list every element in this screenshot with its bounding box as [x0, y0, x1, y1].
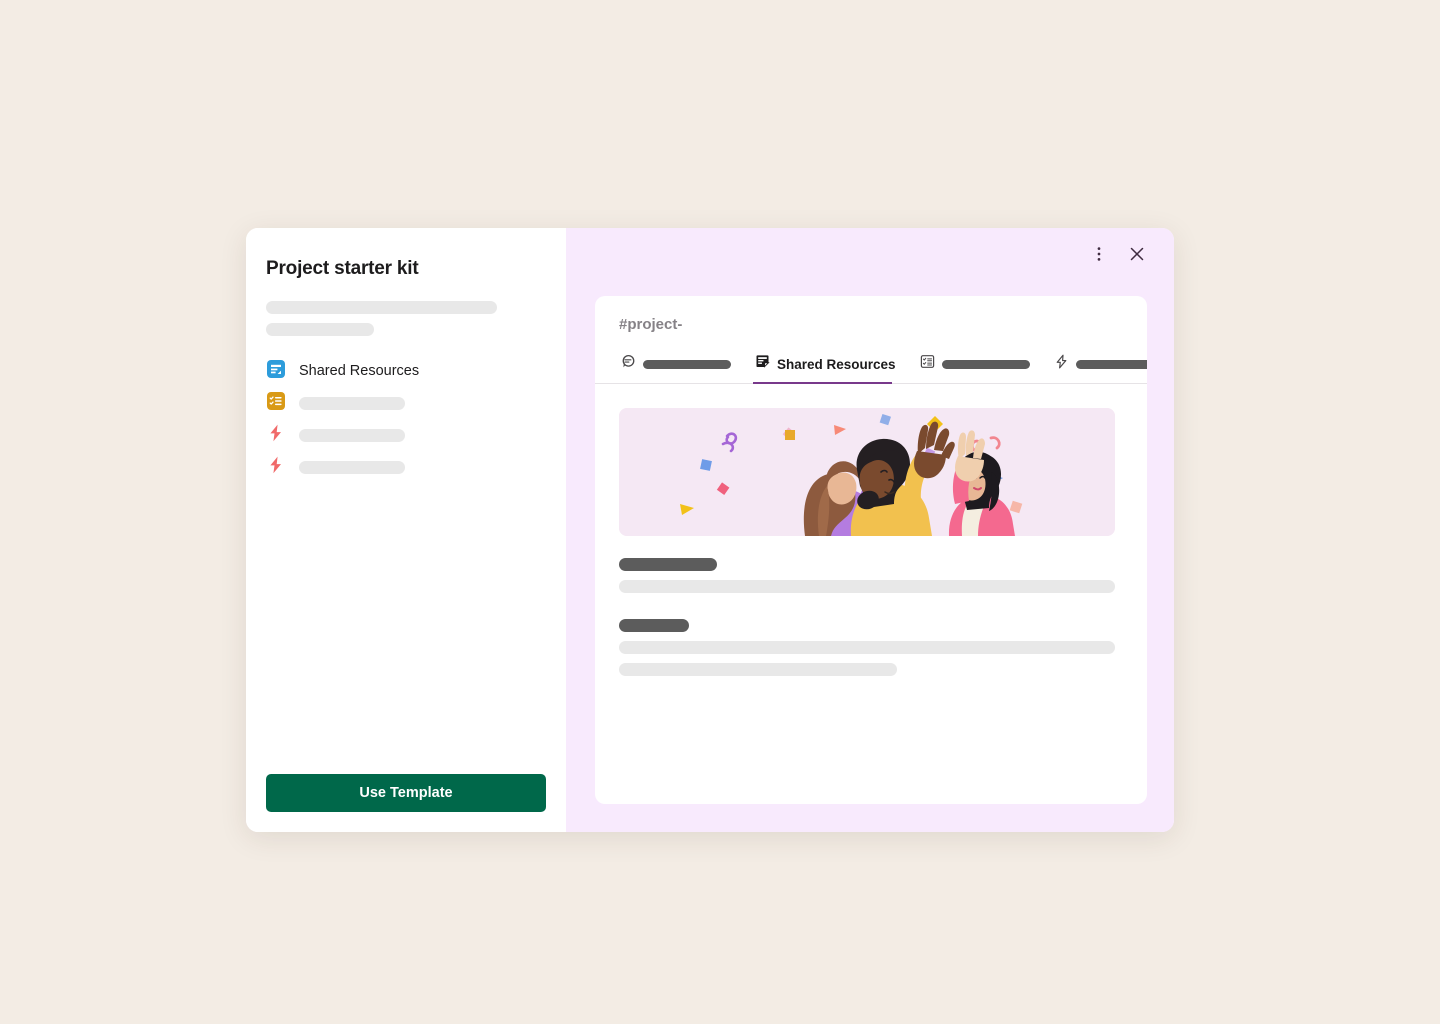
list-item-workflow-2[interactable]: [266, 456, 546, 478]
canvas-icon: [266, 359, 286, 384]
list-item-label-skeleton: [299, 460, 405, 474]
body-line-skeleton-2: [619, 641, 1115, 654]
template-preview-panel: #project- Shared Resources: [566, 228, 1174, 832]
preview-body-skeleton: [619, 558, 1123, 676]
tab-label-skeleton: [1075, 359, 1147, 369]
kebab-menu-icon[interactable]: [1086, 241, 1112, 267]
tab-list[interactable]: [918, 352, 1036, 383]
close-icon[interactable]: [1124, 241, 1150, 267]
tab-workflows[interactable]: [1052, 352, 1147, 383]
description-skeleton-line-1: [266, 301, 497, 314]
tab-shared-resources[interactable]: Shared Resources: [753, 352, 902, 384]
channel-tabs: Shared Resources: [595, 352, 1147, 384]
template-details-sidebar: Project starter kit Shared Resources Use…: [246, 228, 566, 832]
channel-name: #project-: [619, 316, 683, 333]
checklist-icon: [266, 391, 286, 416]
body-heading-skeleton-2: [619, 619, 689, 632]
page-title: Project starter kit: [266, 258, 419, 279]
app-root: Project starter kit Shared Resources Use…: [0, 0, 1440, 1024]
list-item-checklist[interactable]: [266, 391, 546, 416]
skeleton-spacer: [619, 602, 1123, 619]
list-item-label-skeleton: [299, 428, 405, 442]
description-skeleton-line-2: [266, 323, 374, 336]
channel-preview-card: #project- Shared Resources: [595, 296, 1147, 804]
template-contents-list: Shared Resources: [266, 359, 546, 478]
list-item-shared-resources[interactable]: Shared Resources: [266, 359, 546, 384]
tab-label-skeleton: [941, 359, 1030, 369]
canvas-icon: [755, 354, 770, 374]
celebration-illustration: [619, 408, 1115, 536]
workflow-bolt-icon: [266, 423, 286, 448]
tab-label-skeleton: [643, 359, 731, 369]
body-line-skeleton-3: [619, 663, 897, 676]
tab-label: Shared Resources: [777, 356, 896, 372]
list-item-label-skeleton: [299, 396, 405, 410]
workflow-bolt-icon: [266, 455, 286, 480]
messages-icon: [621, 354, 636, 374]
body-heading-skeleton-1: [619, 558, 717, 571]
list-icon: [920, 354, 935, 374]
list-item-workflow-1[interactable]: [266, 424, 546, 446]
bolt-icon: [1054, 354, 1069, 374]
body-line-skeleton-1: [619, 580, 1115, 593]
list-item-label: Shared Resources: [299, 363, 420, 379]
template-preview-modal: Project starter kit Shared Resources Use…: [246, 228, 1174, 832]
use-template-button[interactable]: Use Template: [266, 774, 546, 812]
modal-window-controls: [595, 242, 1158, 266]
tab-messages[interactable]: [619, 352, 737, 383]
